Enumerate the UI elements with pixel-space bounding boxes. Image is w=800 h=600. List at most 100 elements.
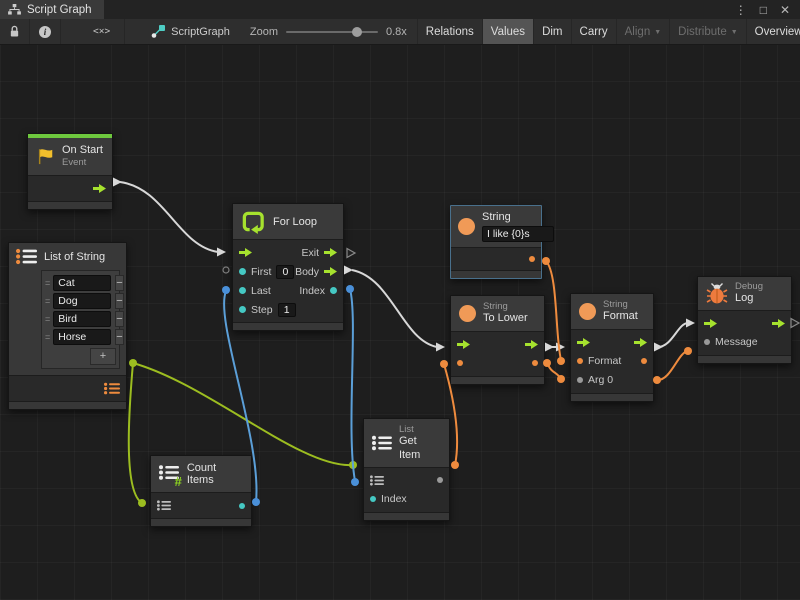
step-input-port[interactable]: Step — [239, 303, 296, 317]
node-list-of-string[interactable]: List of String = − = − = − = − — [8, 242, 127, 410]
flow-arrow-icon — [93, 184, 106, 193]
first-input-port[interactable]: First — [239, 265, 294, 279]
list-icon — [372, 435, 392, 451]
node-footer — [364, 512, 449, 520]
list-output-port[interactable] — [104, 382, 120, 395]
close-icon[interactable]: ✕ — [780, 3, 790, 17]
exit-output-port[interactable]: Exit — [301, 247, 337, 259]
drag-handle-icon[interactable]: = — [45, 314, 49, 324]
list-icon — [104, 382, 120, 395]
list-icon — [157, 500, 171, 511]
trigger-output-port[interactable] — [525, 340, 538, 349]
trigger-input-port[interactable] — [577, 338, 590, 347]
overview-button[interactable]: Overview — [746, 19, 800, 44]
node-string-literal[interactable]: String — [450, 205, 542, 279]
node-debug-log[interactable]: Debug Log Message — [697, 276, 792, 364]
list-item-row: = − — [45, 293, 116, 309]
object-port-icon — [577, 377, 583, 383]
values-button[interactable]: Values — [482, 19, 533, 44]
trigger-output-port[interactable] — [93, 184, 106, 193]
node-title: Log — [735, 292, 763, 305]
lock-button[interactable] — [0, 19, 30, 44]
string-output-port[interactable] — [641, 358, 647, 364]
node-for-loop[interactable]: For Loop Exit First Body — [232, 203, 344, 331]
list-item-input[interactable] — [53, 311, 111, 327]
arg0-input-port[interactable]: Arg 0 — [577, 374, 613, 386]
tab-script-graph[interactable]: Script Graph — [0, 0, 104, 19]
node-title: On Start — [62, 144, 103, 157]
count-output-port[interactable] — [239, 503, 245, 509]
node-footer — [151, 518, 251, 526]
list-input-port[interactable] — [370, 475, 384, 486]
string-output-port[interactable] — [532, 360, 538, 366]
list-editor: = − = − = − = − + — [41, 270, 120, 369]
list-item-row: = − — [45, 329, 116, 345]
node-type: Debug — [735, 281, 763, 292]
drag-handle-icon[interactable]: = — [45, 278, 49, 288]
node-on-start[interactable]: On Start Event — [27, 133, 113, 210]
number-port-icon — [239, 287, 246, 294]
body-output-port[interactable]: Body — [295, 266, 337, 278]
flow-arrow-icon — [577, 338, 590, 347]
list-input-port[interactable] — [157, 500, 171, 511]
trigger-output-port[interactable] — [634, 338, 647, 347]
object-port-icon — [704, 339, 710, 345]
index-output-port[interactable]: Index — [299, 285, 337, 297]
list-item-input[interactable] — [53, 329, 111, 345]
maximize-icon[interactable]: □ — [760, 3, 767, 17]
trigger-input-port[interactable] — [239, 248, 252, 257]
list-item-input[interactable] — [53, 275, 111, 291]
string-output-port[interactable] — [529, 256, 535, 262]
string-port-icon — [457, 360, 463, 366]
remove-item-button[interactable]: − — [115, 275, 123, 291]
drag-handle-icon[interactable]: = — [45, 296, 49, 306]
list-icon — [370, 475, 384, 486]
dim-button[interactable]: Dim — [533, 19, 570, 44]
node-to-lower[interactable]: String To Lower — [450, 295, 545, 385]
zoom-slider[interactable] — [286, 31, 378, 33]
trigger-input-port[interactable] — [457, 340, 470, 349]
trigger-output-port[interactable] — [772, 319, 785, 328]
node-format[interactable]: String Format Format Arg 0 — [570, 293, 654, 402]
first-value-input[interactable] — [276, 265, 294, 279]
align-button[interactable]: Align ▼ — [616, 19, 670, 44]
chevron-down-icon: ▼ — [731, 29, 738, 36]
index-input-port[interactable]: Index — [370, 493, 407, 505]
remove-item-button[interactable]: − — [115, 311, 123, 327]
number-port-icon — [239, 306, 246, 313]
chevron-down-icon: ▼ — [654, 29, 661, 36]
node-type: String — [603, 299, 638, 310]
trigger-input-port[interactable] — [704, 319, 717, 328]
distribute-button[interactable]: Distribute ▼ — [669, 19, 746, 44]
bug-icon — [706, 282, 728, 305]
flow-arrow-icon — [457, 340, 470, 349]
format-input-port[interactable]: Format — [577, 355, 621, 367]
graph-indicator[interactable]: ScriptGraph — [141, 19, 240, 44]
window-menu-icon[interactable]: ⋮ — [735, 3, 747, 17]
node-get-item[interactable]: List Get Item Index — [363, 418, 450, 521]
node-count-items[interactable]: # Count Items — [150, 455, 252, 527]
node-type: String — [483, 301, 528, 312]
zoom-slider-handle[interactable] — [352, 27, 362, 37]
step-value-input[interactable] — [278, 303, 296, 317]
inspect-button[interactable]: i — [30, 19, 61, 44]
node-footer — [698, 355, 791, 363]
add-item-button[interactable]: + — [90, 348, 116, 365]
title-bar: Script Graph ⋮ □ ✕ — [0, 0, 800, 19]
string-input-port[interactable] — [457, 360, 463, 366]
remove-item-button[interactable]: − — [115, 329, 123, 345]
flag-icon — [36, 147, 55, 165]
carry-button[interactable]: Carry — [571, 19, 616, 44]
drag-handle-icon[interactable]: = — [45, 332, 49, 342]
last-input-port[interactable]: Last — [239, 285, 271, 297]
code-view-button[interactable]: <×> — [79, 19, 125, 44]
remove-item-button[interactable]: − — [115, 293, 123, 309]
list-item-input[interactable] — [53, 293, 111, 309]
message-input-port[interactable]: Message — [704, 336, 758, 348]
node-footer — [451, 270, 541, 278]
script-graph-icon — [151, 25, 165, 38]
relations-button[interactable]: Relations — [417, 19, 482, 44]
string-value-input[interactable] — [482, 226, 554, 242]
tab-title: Script Graph — [27, 4, 92, 16]
item-output-port[interactable] — [437, 477, 443, 483]
